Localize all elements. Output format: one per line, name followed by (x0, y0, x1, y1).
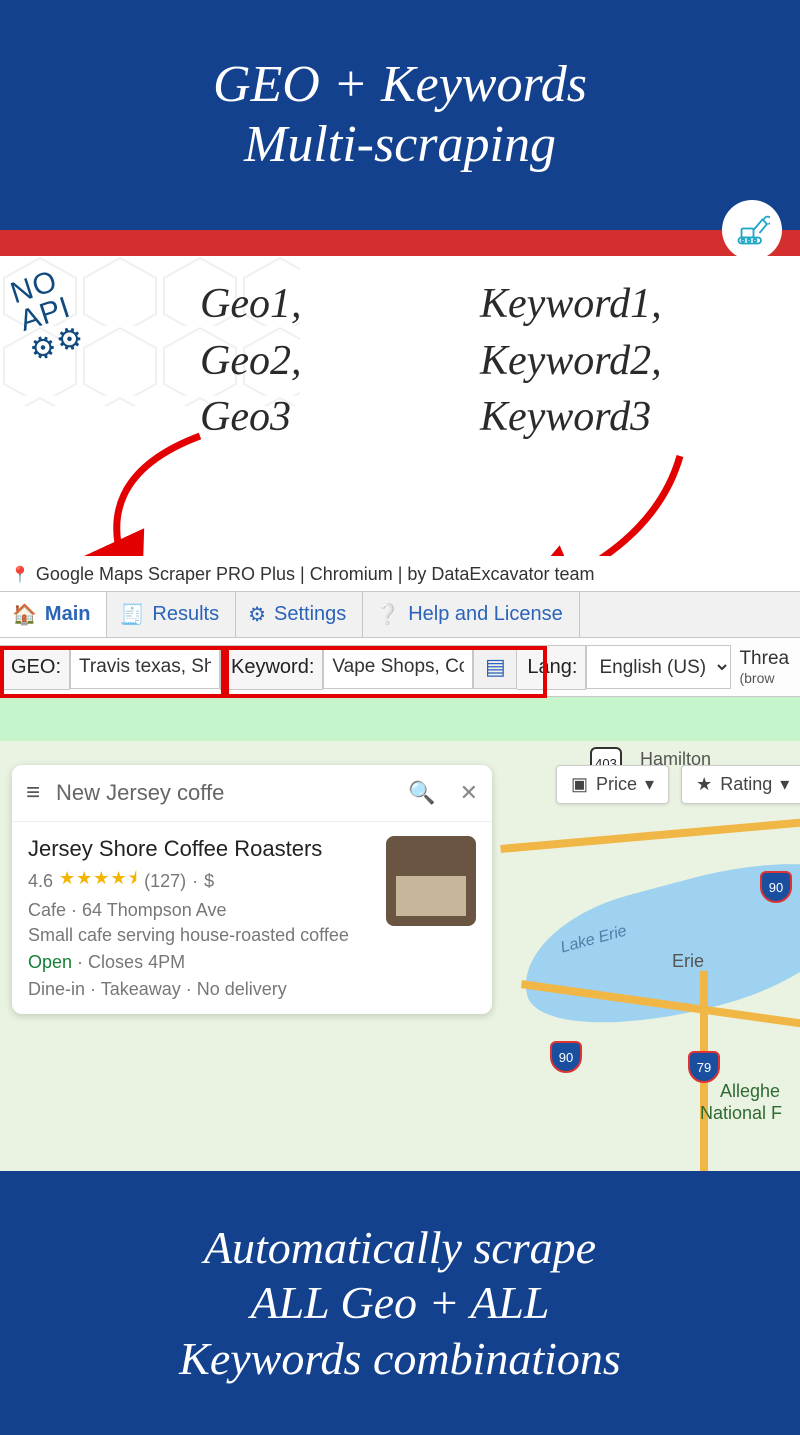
route-shield-90b: 90 (550, 1041, 582, 1073)
map-label-erie: Erie (672, 951, 704, 972)
geo-label: GEO: (0, 645, 70, 690)
threads-text: Threa (739, 648, 789, 669)
map-filter-chips: ▣ Price ▾ ★ Rating ▾ (556, 765, 800, 804)
geo-example-3: Geo3 (200, 389, 301, 446)
geo-example-2: Geo2, (200, 333, 301, 390)
chevron-down-icon: ▾ (645, 774, 654, 795)
result-description: Small cafe serving house-roasted coffee (28, 925, 374, 946)
threads-subtext: (brow (739, 670, 789, 686)
keyword-input[interactable] (323, 645, 473, 689)
result-hours-row: Open · Closes 4PM (28, 952, 476, 973)
bottom-line1: Automatically scrape (179, 1220, 621, 1275)
result-title: Jersey Shore Coffee Roasters (28, 836, 374, 862)
keyword-example-2: Keyword2, (480, 333, 662, 390)
tab-settings[interactable]: ⚙ Settings (236, 592, 363, 637)
promo-section: NO API ⚙⚙ Geo1, Geo2, Geo3 Keyword1, Key… (0, 256, 800, 556)
result-thumbnail (386, 836, 476, 926)
lang-label: Lang: (517, 645, 586, 690)
tab-help[interactable]: ❔ Help and License (363, 592, 579, 637)
tab-help-label: Help and License (408, 603, 563, 626)
camera-icon: ▣ (571, 774, 588, 795)
hero-title-line2: Multi-scraping (213, 115, 587, 175)
green-status-band (0, 697, 800, 741)
app-titlebar: 📍 Google Maps Scraper PRO Plus | Chromiu… (0, 556, 800, 591)
tab-results[interactable]: 🧾 Results (107, 592, 236, 637)
result-meta-row: Cafe · 64 Thompson Ave (28, 900, 374, 921)
scraper-app-window: 📍 Google Maps Scraper PRO Plus | Chromiu… (0, 556, 800, 697)
hero-banner-bottom: Automatically scrape ALL Geo + ALL Keywo… (0, 1171, 800, 1435)
search-icon[interactable]: 🔍 (400, 776, 443, 810)
geo-example-list: Geo1, Geo2, Geo3 (200, 276, 301, 446)
result-rating-row: 4.6 ★★★★⯨ (127) · $ (28, 866, 374, 896)
service-options: Dine-in · Takeaway · No delivery (28, 979, 476, 1000)
open-status: Open (28, 952, 72, 972)
keyword-example-list: Keyword1, Keyword2, Keyword3 (480, 276, 662, 446)
gmaps-results-panel: ≡ 🔍 ✕ Jersey Shore Coffee Roasters 4.6 ★… (12, 765, 492, 1014)
tab-settings-label: Settings (274, 603, 346, 626)
tab-results-label: Results (152, 603, 219, 626)
price-level: $ (204, 871, 214, 892)
close-icon[interactable]: ✕ (452, 776, 486, 810)
hero-banner-top: GEO + Keywords Multi-scraping (0, 0, 800, 230)
spreadsheet-icon: 🧾 (119, 602, 144, 627)
gear-icon: ⚙ (248, 602, 266, 627)
geo-example-1: Geo1, (200, 276, 301, 333)
arrow-keyword (480, 446, 740, 556)
search-toolbar: GEO: Keyword: ▤ Lang: English (US) Threa… (0, 638, 800, 697)
closing-time: Closes 4PM (88, 952, 185, 972)
lang-select[interactable]: English (US) (586, 645, 731, 689)
road-1 (500, 817, 800, 853)
rating-filter-chip[interactable]: ★ Rating ▾ (681, 765, 800, 804)
result-address: 64 Thompson Ave (82, 900, 226, 920)
keyword-example-1: Keyword1, (480, 276, 662, 333)
keyword-example-3: Keyword3 (480, 389, 662, 446)
help-icon: ❔ (375, 602, 400, 627)
hero-title-line1: GEO + Keywords (213, 55, 587, 115)
gmaps-result-card[interactable]: Jersey Shore Coffee Roasters 4.6 ★★★★⯨ (… (12, 822, 492, 1014)
rating-chip-label: Rating (720, 774, 772, 795)
hero-title: GEO + Keywords Multi-scraping (213, 55, 587, 175)
home-icon: 🏠 (12, 602, 37, 627)
excavator-logo (722, 200, 782, 260)
price-chip-label: Price (596, 774, 637, 795)
map-label-allegheny-2: National F (700, 1103, 782, 1124)
app-title: Google Maps Scraper PRO Plus | Chromium … (36, 564, 595, 585)
bottom-line2: ALL Geo + ALL (179, 1275, 621, 1330)
threads-label: Threa (brow (731, 644, 797, 690)
route-shield-79: 79 (688, 1051, 720, 1083)
tab-main[interactable]: 🏠 Main (0, 592, 107, 637)
map-pin-icon: 📍 (10, 565, 30, 585)
tab-main-label: Main (45, 603, 91, 626)
gmaps-search-bar: ≡ 🔍 ✕ (12, 765, 492, 822)
separator-dot: · (192, 871, 198, 892)
map-label-allegheny-1: Alleghe (720, 1081, 780, 1102)
result-category: Cafe (28, 900, 66, 920)
chevron-down-icon: ▾ (780, 774, 789, 795)
price-filter-chip[interactable]: ▣ Price ▾ (556, 765, 669, 804)
red-divider (0, 230, 800, 256)
rating-stars: ★★★★⯨ (59, 866, 138, 896)
book-icon: ▤ (485, 654, 506, 680)
geo-input[interactable] (70, 645, 220, 689)
review-count: (127) (144, 871, 186, 892)
bottom-line3: Keywords combinations (179, 1331, 621, 1386)
excavator-icon (734, 212, 770, 248)
app-tabs: 🏠 Main 🧾 Results ⚙ Settings ❔ Help and L… (0, 591, 800, 638)
google-maps-embed: Hamilton Erie Lake Erie Alleghe National… (0, 741, 800, 1171)
gmaps-search-input[interactable] (56, 780, 392, 806)
star-icon: ★ (696, 774, 712, 795)
keyword-label: Keyword: (220, 645, 323, 690)
book-button[interactable]: ▤ (473, 645, 517, 689)
rating-value: 4.6 (28, 871, 53, 892)
hamburger-icon[interactable]: ≡ (18, 775, 48, 811)
bottom-banner-text: Automatically scrape ALL Geo + ALL Keywo… (179, 1220, 621, 1386)
route-shield-90a: 90 (760, 871, 792, 903)
